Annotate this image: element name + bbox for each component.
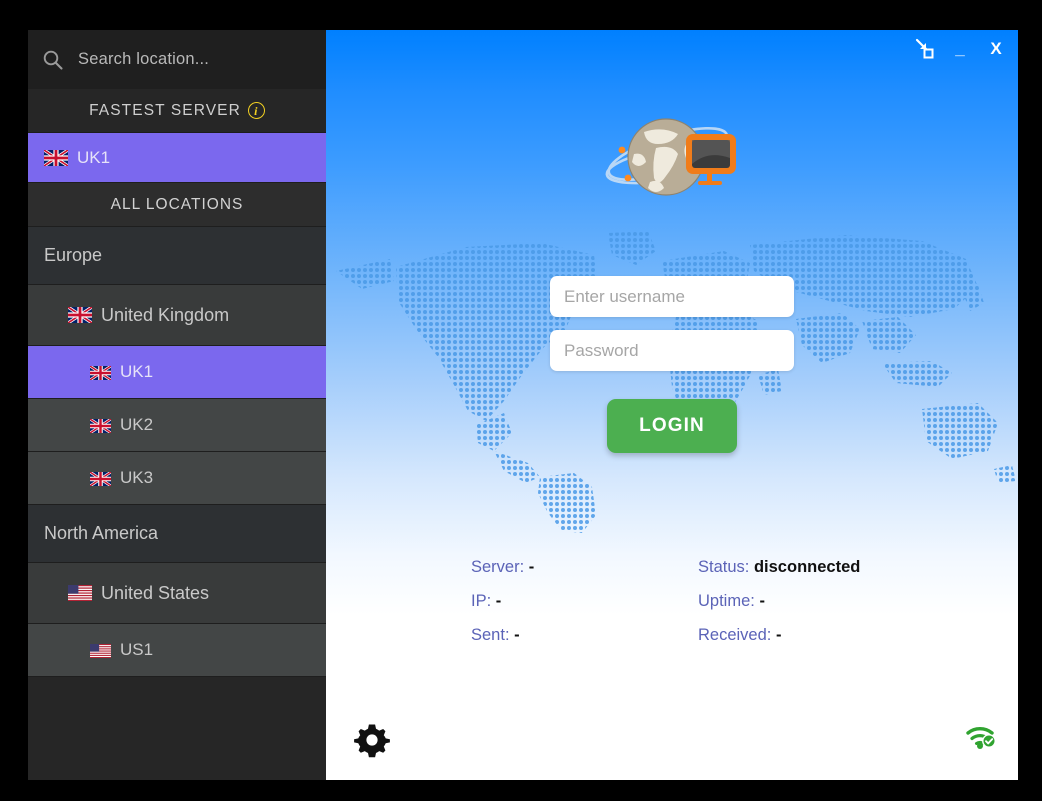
status-sent-row: Sent: - — [471, 626, 698, 645]
server-label: UK3 — [120, 468, 154, 487]
uptime-label: Uptime: — [698, 592, 755, 610]
username-input[interactable] — [550, 276, 794, 317]
sent-label: Sent: — [471, 626, 510, 644]
window-controls: _ X — [912, 36, 1008, 60]
status-received-row: Received: - — [698, 626, 991, 645]
status-label: Status: — [698, 558, 750, 576]
search-icon — [42, 49, 64, 71]
region-label: North America — [44, 523, 159, 543]
connection-status-panel: Server: - Status: disconnected IP: - Upt… — [471, 558, 991, 645]
sent-value: - — [514, 626, 520, 644]
settings-button[interactable] — [354, 722, 390, 758]
flag-gb-icon — [89, 364, 112, 382]
sidebar-item-fastest-uk1[interactable]: UK1 — [28, 133, 326, 183]
password-input[interactable] — [550, 330, 794, 371]
close-icon[interactable]: X — [984, 36, 1008, 60]
main-panel: _ X Enter username Password LOGIN Server… — [326, 30, 1018, 780]
server-label: UK1 — [120, 362, 154, 381]
server-label: US1 — [120, 640, 154, 659]
sidebar-region-north-america[interactable]: North America — [28, 505, 326, 563]
flag-gb-icon — [89, 417, 112, 435]
sidebar-empty-space — [28, 677, 326, 780]
wifi-check-icon — [966, 727, 996, 749]
sidebar-country-united-states[interactable]: United States — [28, 563, 326, 624]
globe-tv-logo-icon — [605, 118, 736, 196]
uptime-value: - — [759, 592, 765, 610]
fastest-server-header: FASTEST SERVER i — [28, 89, 326, 133]
connection-indicator[interactable] — [966, 724, 996, 750]
search-bar[interactable]: Search location... — [28, 30, 326, 89]
sidebar-country-united-kingdom[interactable]: United Kingdom — [28, 285, 326, 346]
minimize-icon[interactable]: _ — [948, 36, 972, 60]
login-form: LOGIN — [550, 276, 794, 453]
region-label: Europe — [44, 245, 103, 265]
country-label: United Kingdom — [101, 304, 230, 325]
sidebar-item-label: UK1 — [77, 147, 111, 167]
locations-sidebar: Search location... FASTEST SERVER i UK1 … — [28, 30, 326, 780]
country-label: United States — [101, 582, 210, 603]
received-label: Received: — [698, 626, 772, 644]
status-server-row: Server: - — [471, 558, 698, 577]
gear-icon — [354, 724, 390, 758]
sidebar-server-uk3[interactable]: UK3 — [28, 452, 326, 505]
sidebar-region-europe[interactable]: Europe — [28, 227, 326, 285]
flag-us-icon — [68, 585, 92, 601]
ip-label: IP: — [471, 592, 492, 610]
flag-us-icon — [90, 643, 111, 658]
tray-arrow-icon[interactable] — [912, 36, 936, 60]
received-value: - — [775, 626, 782, 644]
status-state-row: Status: disconnected — [698, 558, 991, 577]
status-uptime-row: Uptime: - — [698, 592, 991, 611]
server-label: UK2 — [120, 415, 154, 434]
search-input[interactable]: Search location... — [78, 50, 209, 69]
info-icon[interactable]: i — [247, 102, 265, 119]
status-ip-row: IP: - — [471, 592, 698, 611]
sidebar-server-us1[interactable]: US1 — [28, 624, 326, 677]
status-badge: disconnected — [753, 558, 861, 576]
fastest-server-title: FASTEST SERVER — [89, 101, 241, 119]
vpn-client-window: Search location... FASTEST SERVER i UK1 … — [28, 30, 1018, 780]
ip-value: - — [495, 592, 502, 610]
flag-gb-icon — [89, 470, 112, 488]
all-locations-title: ALL LOCATIONS — [110, 195, 244, 213]
server-label: Server: — [471, 558, 525, 576]
app-logo — [326, 102, 1018, 212]
flag-gb-icon — [43, 148, 69, 167]
flag-gb-icon — [67, 305, 93, 325]
all-locations-header: ALL LOCATIONS — [28, 183, 326, 227]
sidebar-server-uk1[interactable]: UK1 — [28, 346, 326, 399]
sidebar-server-uk2[interactable]: UK2 — [28, 399, 326, 452]
server-value: - — [528, 558, 535, 576]
login-button[interactable]: LOGIN — [607, 399, 737, 453]
